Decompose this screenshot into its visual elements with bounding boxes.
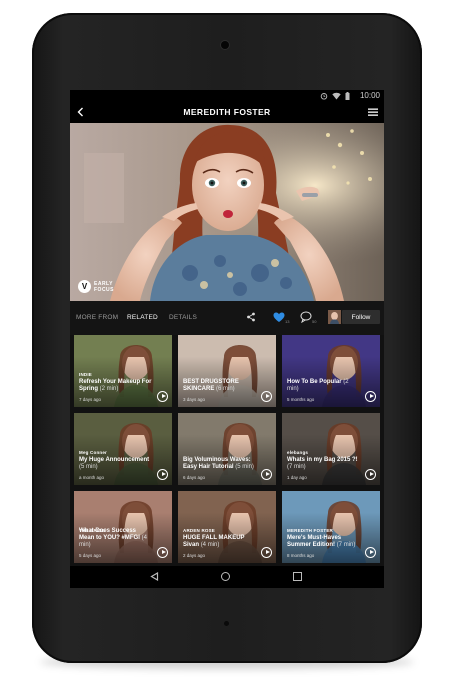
- video-age: 5 days ago: [79, 553, 102, 558]
- video-title-text: Mere's Must-Haves Summer Edition!: [287, 535, 342, 548]
- play-icon[interactable]: [261, 391, 272, 402]
- app-screen: 10:00 MEREDITH FOSTER V EARLY FOCUS MORE…: [70, 90, 384, 588]
- video-title: BEST DRUGSTORE SKINCARE (6 min): [183, 379, 256, 393]
- video-title: Big Voluminous Waves: Easy Hair Tutorial…: [183, 457, 256, 471]
- tab-more-from[interactable]: MORE FROM: [76, 314, 118, 321]
- battery-icon: [345, 91, 350, 100]
- comments-count: 50: [312, 319, 317, 324]
- video-title-text: What Does Success Mean to YOU? #MFGI: [79, 528, 140, 541]
- status-time: 10:00: [359, 91, 380, 100]
- video-duration: (5 min): [79, 464, 98, 470]
- video-duration: (4 min): [200, 542, 220, 548]
- video-duration: (2 min): [99, 386, 119, 392]
- video-age: 3 days ago: [183, 397, 206, 402]
- video-card[interactable]: How To Be Popular (2 min) 5 months ago: [282, 335, 380, 407]
- likes-count: 13: [285, 319, 290, 324]
- heart-icon[interactable]: [273, 312, 285, 323]
- video-age: a month ago: [79, 475, 105, 480]
- app-bar: MEREDITH FOSTER: [70, 101, 384, 123]
- page-title: MEREDITH FOSTER: [183, 107, 271, 117]
- video-age: 2 days ago: [183, 553, 206, 558]
- video-title: Refresh Your Makeup For Spring (2 min): [79, 379, 152, 393]
- share-icon[interactable]: [246, 312, 256, 322]
- video-player[interactable]: V EARLY FOCUS: [70, 123, 384, 301]
- video-age: 1 day ago: [287, 475, 307, 480]
- video-card[interactable]: MEREDITH FOSTER Mere's Must-Haves Summer …: [282, 491, 380, 563]
- status-bar: 10:00: [70, 90, 384, 101]
- video-card[interactable]: BEST DRUGSTORE SKINCARE (6 min) 3 days ag…: [178, 335, 276, 407]
- video-duration: (7 min): [336, 542, 356, 548]
- video-age: 5 months ago: [287, 397, 315, 402]
- avatar-image: [328, 310, 341, 324]
- play-icon[interactable]: [261, 547, 272, 558]
- video-duration: (5 min): [235, 464, 254, 470]
- video-title-text: Whats in my Bag 2015 ?!: [287, 457, 358, 463]
- play-icon[interactable]: [157, 547, 168, 558]
- play-icon[interactable]: [365, 547, 376, 558]
- video-title-text: My Huge Announcement: [79, 457, 150, 463]
- video-card[interactable]: Meg Conner My Huge Announcement (5 min) a …: [74, 413, 172, 485]
- video-card[interactable]: THE BRIDE What Does Success Mean to YOU? …: [74, 491, 172, 563]
- channel-tag: elebangs: [287, 450, 309, 455]
- nav-home-icon[interactable]: [221, 572, 230, 581]
- channel-watermark: V EARLY FOCUS: [78, 280, 118, 293]
- play-icon[interactable]: [157, 469, 168, 480]
- brand-v-icon: V: [78, 280, 91, 293]
- video-card[interactable]: INDIE Refresh Your Makeup For Spring (2 m…: [74, 335, 172, 407]
- video-duration: (6 min): [216, 386, 235, 392]
- front-camera: [221, 41, 229, 49]
- channel-tag: ARDEN ROSE: [183, 528, 216, 533]
- video-card[interactable]: elebangs Whats in my Bag 2015 ?! (7 min) 1…: [282, 413, 380, 485]
- tab-bar: MORE FROM RELATED DETAILS 13 50 Follow: [70, 301, 384, 335]
- video-title: HUGE FALL MAKEUP Sivan (4 min): [183, 535, 256, 549]
- video-card[interactable]: Big Voluminous Waves: Easy Hair Tutorial…: [178, 413, 276, 485]
- tab-details[interactable]: DETAILS: [169, 314, 197, 321]
- play-icon[interactable]: [365, 391, 376, 402]
- video-card[interactable]: ARDEN ROSE HUGE FALL MAKEUP Sivan (4 min)…: [178, 491, 276, 563]
- video-title: Mere's Must-Haves Summer Edition! (7 min…: [287, 535, 360, 549]
- system-nav-bar: [70, 566, 384, 588]
- play-icon[interactable]: [157, 391, 168, 402]
- hamburger-menu-icon[interactable]: [367, 106, 379, 118]
- nav-recent-apps-icon[interactable]: [293, 572, 302, 581]
- wifi-icon: [332, 92, 341, 99]
- comment-icon[interactable]: [300, 311, 312, 323]
- follow-button[interactable]: Follow: [342, 310, 380, 324]
- video-age: 7 days ago: [79, 397, 102, 402]
- video-title: Whats in my Bag 2015 ?! (7 min): [287, 457, 360, 471]
- status-icons: [320, 91, 350, 100]
- video-duration: (7 min): [287, 464, 306, 470]
- avatar[interactable]: [328, 310, 341, 324]
- video-title: What Does Success Mean to YOU? #MFGI (4 …: [79, 528, 152, 549]
- video-age: 8 months ago: [287, 553, 315, 558]
- video-title-text: How To Be Popular: [287, 379, 342, 385]
- play-icon[interactable]: [261, 469, 272, 480]
- channel-tag: Meg Conner: [79, 450, 108, 455]
- channel-tag: MEREDITH FOSTER: [287, 528, 334, 533]
- video-title: My Huge Announcement (5 min): [79, 457, 152, 471]
- tab-related[interactable]: RELATED: [127, 314, 158, 321]
- video-age: 6 days ago: [183, 475, 206, 480]
- video-frame: [70, 123, 384, 301]
- light-sensor: [224, 621, 229, 626]
- video-title: How To Be Popular (2 min): [287, 379, 360, 393]
- alarm-icon: [320, 92, 328, 100]
- nav-back-icon[interactable]: [150, 572, 159, 581]
- play-icon[interactable]: [365, 469, 376, 480]
- brand-text: EARLY FOCUS: [94, 280, 114, 293]
- channel-tag: INDIE: [79, 372, 93, 377]
